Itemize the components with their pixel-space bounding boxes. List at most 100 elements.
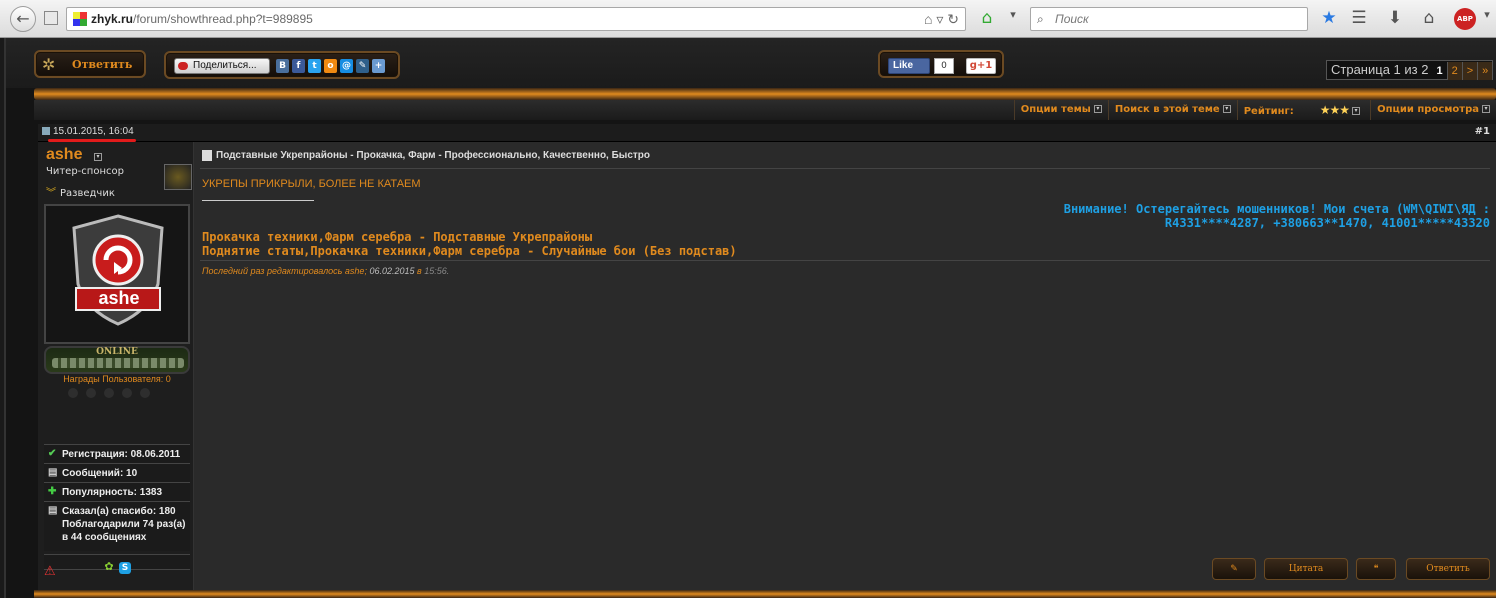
mailru-icon[interactable]: @ xyxy=(340,59,353,73)
search-thread-menu[interactable]: Поиск в этой теме ▾ xyxy=(1107,100,1237,120)
search-thread-label: Поиск в этой теме xyxy=(1114,104,1220,115)
page-link-2[interactable]: 2 xyxy=(1446,62,1462,80)
post-date-time: 16:04 xyxy=(108,126,134,137)
decorative-divider xyxy=(34,88,1496,100)
vk-icon[interactable]: B xyxy=(276,59,289,73)
service-line-1: Прокачка техники,Фарм серебра - Подставн… xyxy=(202,230,593,244)
favicon-icon xyxy=(73,12,87,26)
menu-arrow-icon[interactable]: ▾ xyxy=(1002,8,1024,21)
edit-icon: ✎ xyxy=(1230,564,1238,574)
user-title: Читер-спонсор xyxy=(46,166,124,177)
star-bookmark-icon[interactable]: ★ xyxy=(1318,8,1340,28)
search-input[interactable]: ⌕ Поиск xyxy=(1030,7,1308,31)
browser-toolbar: ← zhyk.ru/forum/showthread.php?t=989895 … xyxy=(0,0,1496,38)
post-header: 15.01.2015, 16:04 #1 xyxy=(38,124,1496,142)
username-link[interactable]: ashe xyxy=(46,146,82,164)
award-slots xyxy=(68,388,168,400)
stat-messages: ▤ Сообщений: 10 xyxy=(44,463,190,483)
reload-icon[interactable]: ↻ xyxy=(947,11,959,27)
view-options-label: Опции просмотра xyxy=(1377,104,1479,115)
dropdown-icon: ▾ xyxy=(1352,107,1361,115)
thread-options-menu[interactable]: Опции темы ▾ xyxy=(1013,100,1108,120)
spider-icon: ✲ xyxy=(42,55,56,74)
edited-time: 15:56. xyxy=(424,266,450,276)
share-button[interactable]: Поделиться... xyxy=(174,58,270,74)
dropdown-icon: ▾ xyxy=(1482,105,1490,113)
avatar[interactable]: ashe xyxy=(44,204,190,344)
quote-button[interactable]: Цитата xyxy=(1264,558,1348,580)
url-bar[interactable]: zhyk.ru/forum/showthread.php?t=989895 ⌂ … xyxy=(66,7,966,31)
scam-warning: Внимание! Остерегайтесь мошенников! Мои … xyxy=(1064,202,1490,230)
decorative-divider xyxy=(34,590,1496,598)
thread-tools-bar: Опции темы ▾ Поиск в этой теме ▾ Рейтинг: ★… xyxy=(34,100,1496,120)
share-panel: Поделиться... Bf t o @ ✎ + xyxy=(164,51,400,79)
search-placeholder: Поиск xyxy=(1055,12,1089,26)
view-options-menu[interactable]: Опции просмотра ▾ xyxy=(1370,100,1496,120)
post-title-icon xyxy=(202,150,212,161)
document-icon: ▤ xyxy=(48,505,58,516)
stat-registration: ✔ Регистрация: 08.06.2011 xyxy=(44,444,190,464)
multiquote-button[interactable]: ❝ xyxy=(1356,558,1396,580)
dropdown-arrow-icon[interactable]: ▿ xyxy=(936,11,943,27)
livejournal-icon[interactable]: ✎ xyxy=(356,59,369,73)
adblock-icon[interactable]: ABP xyxy=(1454,8,1476,30)
post-date: 15.01.2015, 16:04 xyxy=(42,126,134,137)
user-rank-label: Разведчик xyxy=(60,188,115,199)
user-awards: Награды Пользователя: 0 xyxy=(63,374,171,384)
user-info-panel: ashe ▾ Читер-спонсор ︾ Разведчик ashe ONL… xyxy=(38,142,194,590)
facebook-like-button[interactable]: Like xyxy=(888,58,930,74)
reply-post-button[interactable]: Ответить xyxy=(1406,558,1490,580)
document-icon: ▤ xyxy=(48,467,58,478)
divider xyxy=(200,260,1490,261)
edited-note: Последний раз редактировалось ashe; 06.0… xyxy=(202,266,450,276)
check-icon: ✔ xyxy=(48,448,57,459)
messages-text: Сообщений: 10 xyxy=(62,468,138,479)
rank-badge-icon xyxy=(164,164,192,190)
skype-icon[interactable]: S xyxy=(119,562,131,574)
home-icon[interactable]: ⌂ xyxy=(1418,8,1440,28)
scam-warning-line2: R4331****4287, +380663**1470, 41001*****… xyxy=(1164,216,1490,230)
twitter-icon[interactable]: t xyxy=(308,59,321,73)
url-path: /forum/showthread.php?t=989895 xyxy=(133,12,313,26)
odnoklassniki-icon[interactable]: o xyxy=(324,59,337,73)
pagination: Страница 1 из 2 1 2 >» xyxy=(1326,60,1494,80)
bookmark-icon[interactable]: + xyxy=(372,59,385,73)
reply-post-label: Ответить xyxy=(1426,564,1470,574)
multiquote-icon: ❝ xyxy=(1373,564,1379,574)
user-menu-dropdown-icon[interactable]: ▾ xyxy=(94,153,102,161)
edited-date: 06.02.2015 xyxy=(369,266,415,276)
google-plus-button[interactable]: g+1 xyxy=(966,58,996,74)
social-panel: Like 0 g+1 xyxy=(878,50,1004,78)
facebook-icon[interactable]: f xyxy=(292,59,305,73)
icq-icon[interactable]: ✿ xyxy=(103,561,115,573)
back-button[interactable]: ← xyxy=(10,6,36,32)
addon-menu-icon[interactable]: ▾ xyxy=(1476,8,1496,21)
home-bookmark-icon[interactable]: ⌂ xyxy=(924,11,932,27)
facebook-like-label: Like xyxy=(893,60,914,71)
edited-prefix: Последний раз редактировалось ashe xyxy=(202,266,365,276)
speed-dial-icon[interactable]: ⌂ xyxy=(976,8,998,28)
thanks-posts-text: в 44 сообщениях xyxy=(62,532,147,543)
rating-stars: ★★★ xyxy=(1319,103,1350,117)
url-domain: zhyk.ru xyxy=(91,12,134,26)
stat-thanks: ▤ Сказал(а) спасибо: 180 Поблагодарили 74 … xyxy=(44,501,190,551)
post-number-link[interactable]: #1 xyxy=(1475,126,1490,137)
post-date-day: 15.01.2015, xyxy=(53,126,106,137)
quote-label: Цитата xyxy=(1288,564,1324,574)
thread-top-bar: ✲ Ответить Поделиться... Bf t o @ ✎ + Like 0 … xyxy=(6,38,1496,88)
rating-menu[interactable]: Рейтинг: ★★★ ▾ xyxy=(1236,100,1370,120)
report-post-icon[interactable]: ⚠ xyxy=(44,564,56,579)
scam-warning-line1: Внимание! Остерегайтесь мошенников! Мои … xyxy=(1063,202,1490,216)
bookmarks-list-icon[interactable]: ☰ xyxy=(1348,8,1370,28)
page-icon xyxy=(44,11,58,25)
edit-button[interactable]: ✎ xyxy=(1212,558,1256,580)
reply-label: Ответить xyxy=(72,58,133,71)
dropdown-icon: ▾ xyxy=(1093,105,1102,113)
reply-button-top[interactable]: ✲ Ответить xyxy=(34,50,146,78)
download-icon[interactable]: ⬇ xyxy=(1384,8,1406,28)
post-title-text: Подставные Укрепрайоны - Прокачка, Фарм … xyxy=(216,150,651,162)
next-page-link[interactable]: > xyxy=(1461,62,1478,80)
online-label: ONLINE xyxy=(96,347,138,357)
thanks-given-text: Сказал(а) спасибо: 180 xyxy=(62,506,176,517)
last-page-link[interactable]: » xyxy=(1477,62,1493,80)
